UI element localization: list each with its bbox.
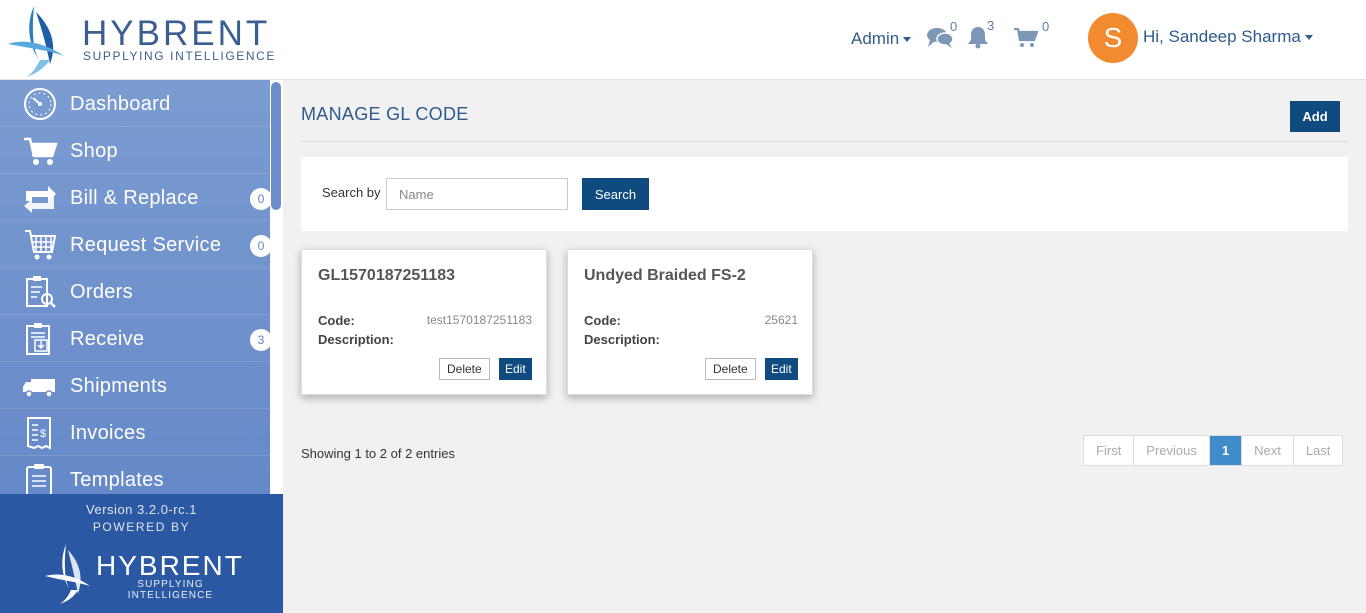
card-code-label: Code: bbox=[584, 313, 621, 328]
sidebar-item-badge: 3 bbox=[250, 329, 270, 351]
sidebar-item-label: Bill & Replace bbox=[70, 187, 199, 209]
pagination-page-current[interactable]: 1 bbox=[1209, 436, 1243, 465]
cart-button[interactable] bbox=[1014, 27, 1039, 53]
cart-icon bbox=[24, 137, 58, 165]
sidebar-item-label: Invoices bbox=[70, 422, 146, 444]
title-divider bbox=[301, 141, 1348, 142]
card-title: Undyed Braided FS-2 bbox=[584, 267, 746, 284]
cart-count: 0 bbox=[1042, 19, 1050, 34]
card-code-value: test1570187251183 bbox=[426, 313, 532, 327]
sidebar-item-shop[interactable]: Shop bbox=[0, 127, 270, 174]
templates-icon bbox=[26, 464, 52, 494]
sidebar-item-templates[interactable]: Templates bbox=[0, 456, 270, 494]
receive-icon bbox=[26, 323, 50, 355]
sidebar-nav: Dashboard Shop Bill & Replace 0 Request … bbox=[0, 80, 270, 494]
sidebar-item-bill-replace[interactable]: Bill & Replace 0 bbox=[0, 174, 270, 221]
logo-wordmark: HYBRENT bbox=[82, 14, 271, 53]
sidebar-scrollbar[interactable] bbox=[270, 80, 283, 494]
logo-tagline: SUPPLYING INTELLIGENCE bbox=[83, 49, 277, 63]
delete-button[interactable]: Delete bbox=[439, 358, 490, 380]
sidebar-item-label: Templates bbox=[70, 469, 164, 491]
truck-icon bbox=[23, 379, 55, 398]
sidebar-item-label: Shop bbox=[70, 140, 118, 162]
logo-wing-icon bbox=[8, 6, 64, 77]
pagination: First Previous 1 Next Last bbox=[1083, 435, 1344, 466]
cart-icon bbox=[1014, 27, 1039, 47]
pagination-first[interactable]: First bbox=[1084, 436, 1135, 465]
sidebar-item-label: Orders bbox=[70, 281, 133, 303]
chevron-down-icon bbox=[903, 37, 912, 43]
sidebar-item-label: Shipments bbox=[70, 375, 168, 397]
invoice-icon: $ bbox=[27, 417, 51, 450]
sidebar-item-badge: 0 bbox=[250, 235, 270, 257]
search-panel: Search by Search bbox=[301, 157, 1348, 231]
svg-text:$: $ bbox=[40, 428, 46, 440]
card-description-label: Description: bbox=[318, 332, 394, 347]
card-code-label: Code: bbox=[318, 313, 355, 328]
powered-by-label: POWERED BY bbox=[92, 520, 191, 534]
sidebar-item-orders[interactable]: Orders bbox=[0, 268, 270, 315]
card-code-value: 25621 bbox=[764, 313, 798, 327]
top-header: HYBRENT SUPPLYING INTELLIGENCE Admin 0 3… bbox=[0, 0, 1366, 80]
gl-code-card: Undyed Braided FS-2 Code: 25621 Descript… bbox=[567, 249, 813, 395]
gl-code-card: GL1570187251183 Code: test1570187251183 … bbox=[301, 249, 547, 395]
footer-logo-wordmark: HYBRENT bbox=[96, 550, 244, 581]
hybrent-logo[interactable]: HYBRENT SUPPLYING INTELLIGENCE bbox=[6, 4, 286, 78]
request-service-icon bbox=[25, 230, 57, 260]
avatar[interactable]: S bbox=[1088, 13, 1138, 63]
sidebar-item-label: Dashboard bbox=[70, 93, 171, 115]
pagination-next[interactable]: Next bbox=[1242, 436, 1294, 465]
card-title: GL1570187251183 bbox=[318, 267, 456, 284]
footer-hybrent-logo: HYBRENT SUPPLYING INTELLIGENCE bbox=[44, 542, 244, 606]
page-title: MANAGE GL CODE bbox=[301, 104, 469, 124]
sidebar-item-dashboard[interactable]: Dashboard bbox=[0, 80, 270, 127]
search-by-label: Search by bbox=[322, 185, 381, 200]
user-dropdown[interactable]: Hi, Sandeep Sharma bbox=[1143, 27, 1313, 47]
search-input[interactable] bbox=[386, 178, 568, 210]
notifications-count: 3 bbox=[987, 18, 995, 33]
footer-logo-tagline: SUPPLYING INTELLIGENCE bbox=[127, 579, 214, 601]
entries-info: Showing 1 to 2 of 2 entries bbox=[301, 446, 455, 461]
dashboard-icon bbox=[24, 88, 56, 120]
orders-icon bbox=[26, 276, 56, 308]
logo-wing-icon bbox=[45, 544, 90, 604]
pagination-last[interactable]: Last bbox=[1294, 436, 1343, 465]
sidebar-item-receive[interactable]: Receive 3 bbox=[0, 315, 270, 362]
sidebar-item-badge: 0 bbox=[250, 188, 270, 210]
card-description-label: Description: bbox=[584, 332, 660, 347]
edit-button[interactable]: Edit bbox=[499, 358, 532, 380]
user-greeting: Hi, Sandeep Sharma bbox=[1143, 27, 1301, 46]
bill-replace-icon bbox=[24, 186, 56, 213]
sidebar-scrollbar-thumb[interactable] bbox=[271, 82, 281, 210]
search-button[interactable]: Search bbox=[582, 178, 649, 210]
sidebar-footer: Version 3.2.0-rc.1 POWERED BY HYBRENT SU… bbox=[0, 494, 283, 613]
sidebar-item-label: Receive bbox=[70, 328, 145, 350]
sidebar: Dashboard Shop Bill & Replace 0 Request … bbox=[0, 80, 283, 613]
sidebar-item-label: Request Service bbox=[70, 234, 222, 256]
chevron-down-icon bbox=[1304, 35, 1313, 41]
add-button[interactable]: Add bbox=[1290, 101, 1340, 132]
pagination-previous[interactable]: Previous bbox=[1134, 436, 1210, 465]
delete-button[interactable]: Delete bbox=[705, 358, 756, 380]
edit-button[interactable]: Edit bbox=[765, 358, 798, 380]
sidebar-item-shipments[interactable]: Shipments bbox=[0, 362, 270, 409]
app-version: Version 3.2.0-rc.1 bbox=[86, 502, 197, 517]
sidebar-item-request-service[interactable]: Request Service 0 bbox=[0, 221, 270, 268]
admin-dropdown-label: Admin bbox=[851, 29, 900, 48]
sidebar-item-invoices[interactable]: $ Invoices bbox=[0, 409, 270, 456]
messages-count: 0 bbox=[950, 19, 958, 34]
admin-dropdown[interactable]: Admin bbox=[851, 29, 912, 49]
